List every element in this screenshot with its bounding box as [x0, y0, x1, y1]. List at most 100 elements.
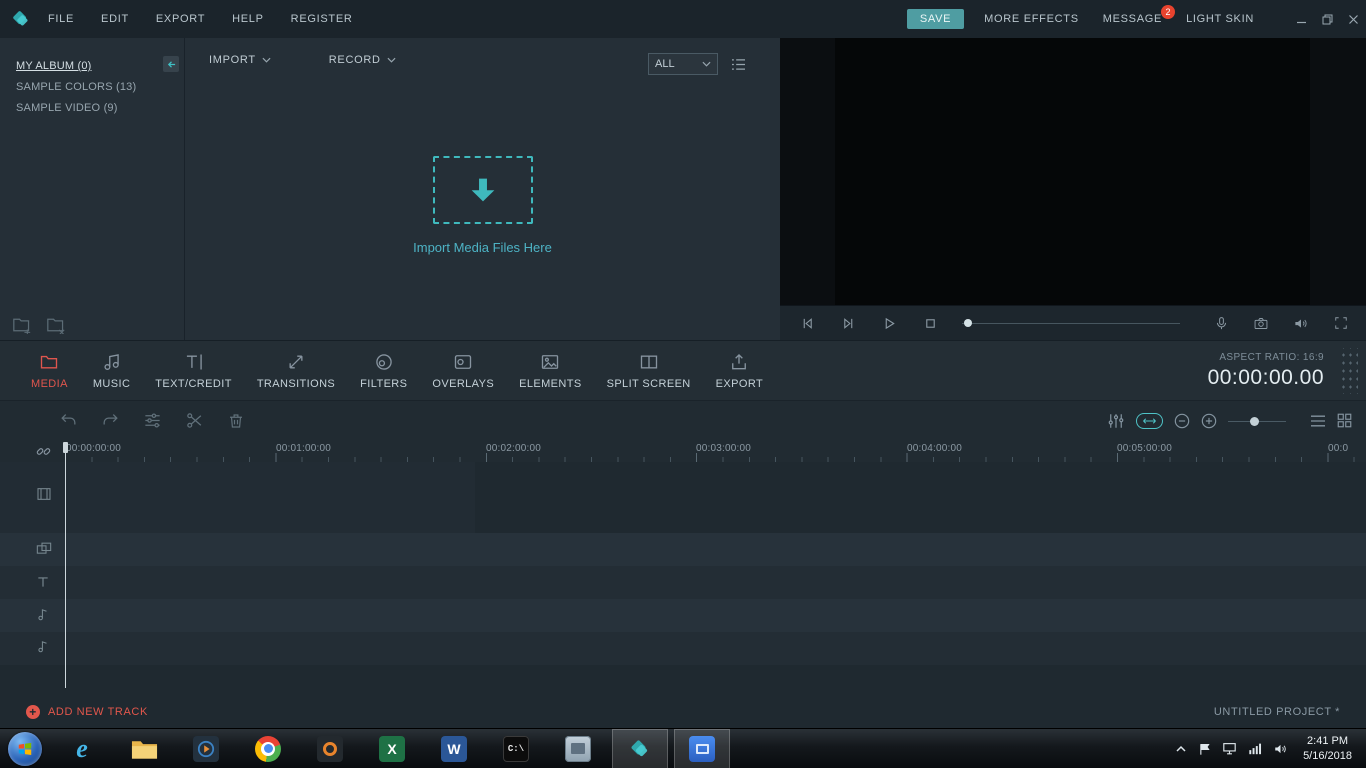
hardware-eject-icon[interactable]	[1222, 742, 1237, 755]
clock-time: 2:41 PM	[1307, 735, 1349, 748]
tab-overlays[interactable]: OVERLAYS	[423, 352, 503, 390]
filmora-taskbar-icon[interactable]	[612, 728, 668, 768]
pip-track-lane[interactable]	[0, 533, 1366, 566]
track-list-view-icon[interactable]	[1310, 414, 1326, 428]
album-my-album[interactable]: MY ALBUM (0)	[0, 56, 184, 77]
video-track-lane[interactable]	[0, 462, 475, 533]
tab-text-credit[interactable]: TEXT/CREDIT	[146, 352, 241, 390]
tab-split-screen[interactable]: SPLIT SCREEN	[598, 352, 700, 390]
playhead-handle[interactable]	[63, 442, 68, 453]
save-button[interactable]: SAVE	[906, 9, 965, 29]
light-skin-link[interactable]: LIGHT SKIN	[1186, 13, 1254, 25]
internet-explorer-icon[interactable]: e	[54, 729, 110, 768]
link-tracks-icon[interactable]	[36, 444, 51, 459]
timeline-footer: + ADD NEW TRACK UNTITLED PROJECT *	[0, 695, 1366, 728]
volume-tray-icon[interactable]	[1273, 742, 1288, 756]
taskbar-clock[interactable]: 2:41 PM 5/16/2018	[1303, 734, 1352, 763]
network-signal-icon[interactable]	[1248, 742, 1262, 755]
record-dropdown[interactable]: RECORD	[329, 54, 396, 66]
zoom-slider-handle[interactable]	[1250, 416, 1259, 426]
add-album-button[interactable]	[12, 316, 32, 334]
voiceover-track-lane[interactable]	[0, 632, 1366, 665]
timeline-ruler[interactable]: 00:00:00:00 00:01:00:00 00:02:00:00 00:0…	[0, 440, 1366, 462]
menu-export[interactable]: EXPORT	[156, 13, 205, 25]
tab-overlays-label: OVERLAYS	[432, 377, 495, 390]
tab-export[interactable]: EXPORT	[707, 352, 772, 390]
tab-elements-label: ELEMENTS	[519, 377, 582, 390]
file-explorer-icon[interactable]	[116, 729, 172, 768]
message-link[interactable]: MESSAGE 2	[1103, 5, 1176, 25]
chrome-icon[interactable]	[240, 729, 296, 768]
tab-transitions[interactable]: TRANSITIONS	[248, 352, 344, 390]
volume-button[interactable]	[1288, 310, 1314, 336]
album-sample-video[interactable]: SAMPLE VIDEO (9)	[0, 98, 184, 119]
zoom-out-button[interactable]	[1174, 413, 1190, 429]
screen-recorder-icon[interactable]	[302, 729, 358, 768]
play-button[interactable]	[876, 310, 902, 336]
excel-icon[interactable]: X	[364, 729, 420, 768]
minimize-button[interactable]	[1288, 0, 1314, 38]
action-center-flag-icon[interactable]	[1198, 742, 1211, 756]
preview-video-area[interactable]	[835, 38, 1310, 305]
timeline: 00:00:00:00 00:01:00:00 00:02:00:00 00:0…	[0, 440, 1366, 695]
tab-music[interactable]: MUSIC	[84, 352, 139, 390]
tab-filters[interactable]: FILTERS	[351, 352, 416, 390]
zoom-to-fit-button[interactable]	[1136, 412, 1163, 429]
delete-trash-button[interactable]	[226, 411, 246, 431]
seek-handle[interactable]	[964, 319, 972, 327]
start-button[interactable]	[8, 731, 42, 766]
export-icon	[729, 352, 749, 372]
windows-flag-icon	[17, 741, 33, 757]
stop-button[interactable]	[917, 310, 943, 336]
list-view-icon[interactable]	[731, 58, 746, 71]
undo-button[interactable]	[58, 411, 78, 431]
add-new-track-button[interactable]: + ADD NEW TRACK	[26, 704, 148, 719]
panel-drag-handle[interactable]	[1338, 347, 1358, 394]
album-sample-colors[interactable]: SAMPLE COLORS (13)	[0, 77, 184, 98]
text-track-icon[interactable]	[36, 575, 50, 589]
delete-album-button[interactable]	[46, 316, 66, 334]
timeline-toolbar	[0, 400, 1366, 440]
tab-media[interactable]: MEDIA	[22, 352, 77, 390]
menu-file[interactable]: FILE	[48, 13, 74, 25]
command-prompt-icon[interactable]: C:\	[488, 729, 544, 768]
restore-button[interactable]	[1314, 0, 1340, 38]
adjust-settings-button[interactable]	[142, 411, 162, 431]
media-player-icon[interactable]	[178, 729, 234, 768]
split-scissors-button[interactable]	[184, 411, 204, 431]
timeline-zoom-slider[interactable]	[1228, 412, 1286, 430]
track-grid-view-icon[interactable]	[1337, 413, 1352, 428]
word-icon[interactable]: W	[426, 729, 482, 768]
music-track-lane[interactable]	[0, 599, 1366, 632]
transition-icon	[286, 352, 306, 372]
collapse-panel-button[interactable]	[163, 56, 179, 72]
music-track-icon[interactable]	[36, 607, 50, 622]
redo-button[interactable]	[100, 411, 120, 431]
tab-elements[interactable]: ELEMENTS	[510, 352, 591, 390]
jump-to-end-button[interactable]	[835, 310, 861, 336]
snapshot-camera-button[interactable]	[1248, 310, 1274, 336]
show-hidden-icons-button[interactable]	[1175, 744, 1187, 754]
voiceover-mic-button[interactable]	[1208, 310, 1234, 336]
seek-slider[interactable]	[962, 310, 1180, 336]
fullscreen-button[interactable]	[1328, 310, 1354, 336]
zoom-in-button[interactable]	[1201, 413, 1217, 429]
media-filter-select[interactable]: ALL	[648, 53, 718, 75]
import-dropzone[interactable]	[432, 156, 533, 224]
audio-mixer-icon[interactable]	[1107, 412, 1125, 430]
snipping-tool-icon[interactable]	[550, 729, 606, 768]
project-name: UNTITLED PROJECT *	[1213, 705, 1340, 718]
close-button[interactable]	[1340, 0, 1366, 38]
menu-edit[interactable]: EDIT	[101, 13, 129, 25]
voiceover-track-icon[interactable]	[36, 639, 50, 654]
video-track-icon[interactable]	[36, 486, 52, 502]
import-dropdown[interactable]: IMPORT	[209, 54, 271, 66]
filmora-scrn-icon[interactable]	[674, 728, 730, 768]
pip-track-icon[interactable]	[36, 541, 52, 556]
jump-to-start-button[interactable]	[794, 310, 820, 336]
menu-register[interactable]: REGISTER	[291, 13, 353, 25]
menu-help[interactable]: HELP	[232, 13, 264, 25]
more-effects-link[interactable]: MORE EFFECTS	[984, 13, 1079, 25]
playhead[interactable]	[65, 443, 66, 688]
text-track-lane[interactable]	[0, 566, 1366, 599]
